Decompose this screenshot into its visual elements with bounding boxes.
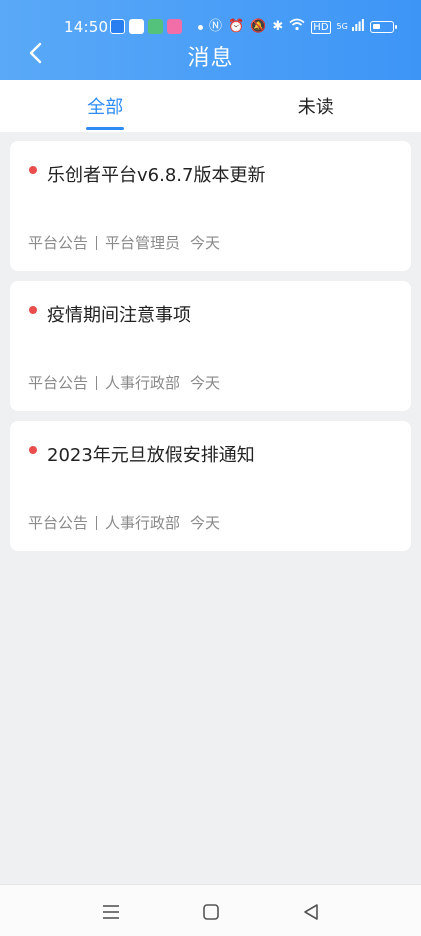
nfc-icon: Ⓝ <box>209 19 223 34</box>
meta-divider <box>96 375 98 390</box>
message-category: 平台公告 <box>28 234 89 252</box>
tab-all[interactable]: 全部 <box>0 80 211 132</box>
page-title: 消息 <box>187 46 234 71</box>
menu-icon[interactable] <box>100 901 122 923</box>
message-category: 平台公告 <box>28 514 89 532</box>
message-date: 今天 <box>190 234 221 252</box>
chat-app-icon <box>148 19 163 34</box>
tab-bar: 全部 未读 <box>0 80 421 132</box>
message-category: 平台公告 <box>28 374 89 392</box>
message-date: 今天 <box>190 374 221 392</box>
message-sender: 人事行政部 <box>105 514 181 532</box>
message-meta: 平台公告 人事行政部 今天 <box>28 512 220 533</box>
wifi-icon <box>289 18 305 36</box>
message-title: 2023年元旦放假安排通知 <box>47 445 255 466</box>
message-list: 乐创者平台v6.8.7版本更新 平台公告 平台管理员 今天 疫情期间注意事项 平… <box>10 141 411 561</box>
notification-icons <box>110 19 182 34</box>
message-meta: 平台公告 平台管理员 今天 <box>28 232 220 253</box>
message-card[interactable]: 乐创者平台v6.8.7版本更新 平台公告 平台管理员 今天 <box>10 141 411 271</box>
mute-icon: 🔕 <box>250 19 267 34</box>
unread-dot <box>29 446 37 454</box>
unread-dot <box>29 306 37 314</box>
alarm-icon: ⏰ <box>228 19 245 34</box>
bluetooth-icon: ✱ <box>272 19 284 34</box>
message-sender: 人事行政部 <box>105 374 181 392</box>
signal-icon: 5G <box>336 18 364 36</box>
network-type: 5G <box>336 21 348 31</box>
system-nav-bar <box>0 884 421 936</box>
status-time: 14:50 <box>64 18 109 36</box>
battery-icon <box>369 21 397 33</box>
system-icons: Ⓝ ⏰ 🔕 ✱ HD 5G <box>198 18 397 36</box>
message-title: 疫情期间注意事项 <box>47 305 191 326</box>
message-date: 今天 <box>190 514 221 532</box>
tab-unread[interactable]: 未读 <box>211 80 421 132</box>
pink-app-icon <box>167 19 182 34</box>
meta-divider <box>96 515 98 530</box>
message-title: 乐创者平台v6.8.7版本更新 <box>47 165 266 186</box>
telegram-icon <box>129 19 144 34</box>
meta-divider <box>96 235 98 250</box>
app-header: 14:50 Ⓝ ⏰ 🔕 ✱ HD 5G 消息 <box>0 0 421 80</box>
status-bar: 14:50 Ⓝ ⏰ 🔕 ✱ HD 5G <box>0 14 421 42</box>
message-card[interactable]: 疫情期间注意事项 平台公告 人事行政部 今天 <box>10 281 411 411</box>
separator-dot <box>198 24 203 30</box>
message-card[interactable]: 2023年元旦放假安排通知 平台公告 人事行政部 今天 <box>10 421 411 551</box>
unread-dot <box>29 166 37 174</box>
message-sender: 平台管理员 <box>105 234 181 252</box>
alipay-icon <box>110 19 125 34</box>
back-triangle-icon[interactable] <box>300 901 322 923</box>
home-square-icon[interactable] <box>200 901 222 923</box>
message-meta: 平台公告 人事行政部 今天 <box>28 372 220 393</box>
hd-icon: HD <box>311 20 331 34</box>
